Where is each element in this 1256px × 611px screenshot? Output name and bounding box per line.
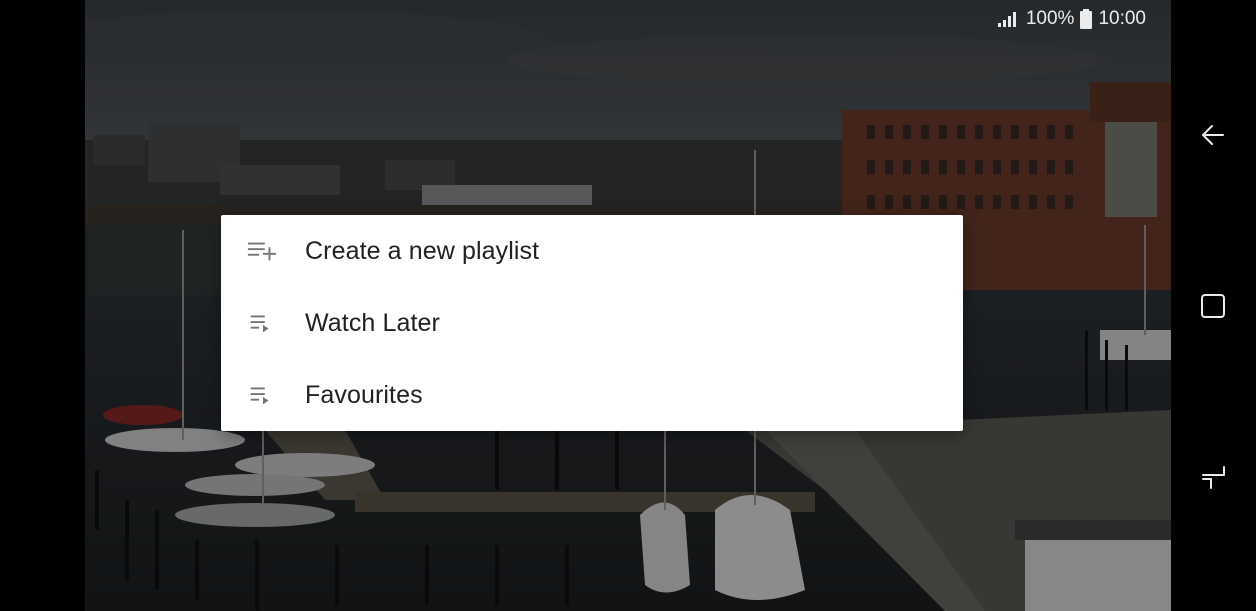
home-button[interactable]	[1192, 285, 1234, 327]
back-arrow-icon	[1202, 125, 1224, 145]
battery-full-icon	[1080, 9, 1093, 29]
recent-apps-button[interactable]	[1192, 456, 1234, 498]
navigation-bar	[1171, 0, 1256, 611]
create-new-playlist-label: Create a new playlist	[305, 236, 540, 265]
watch-later-label: Watch Later	[305, 308, 440, 337]
device-frame: 100% 10:00 Create a new playlist Watch L…	[0, 0, 1256, 611]
playlist-play-icon	[247, 383, 277, 407]
watch-later-item[interactable]: Watch Later	[221, 287, 963, 359]
recent-apps-icon	[1202, 466, 1225, 489]
playlist-play-icon	[247, 311, 277, 335]
battery-percent: 100%	[1025, 8, 1075, 29]
status-bar: 100% 10:00	[997, 7, 1146, 31]
home-square-icon	[1201, 294, 1225, 318]
create-new-playlist-item[interactable]: Create a new playlist	[221, 215, 963, 287]
signal-bars-icon	[997, 11, 1020, 27]
favourites-label: Favourites	[305, 380, 423, 409]
back-button[interactable]	[1192, 114, 1234, 156]
favourites-item[interactable]: Favourites	[221, 359, 963, 431]
playlist-add-icon	[247, 239, 277, 263]
clock: 10:00	[1098, 8, 1146, 29]
save-to-playlist-dialog: Create a new playlist Watch Later Favour…	[221, 215, 963, 431]
